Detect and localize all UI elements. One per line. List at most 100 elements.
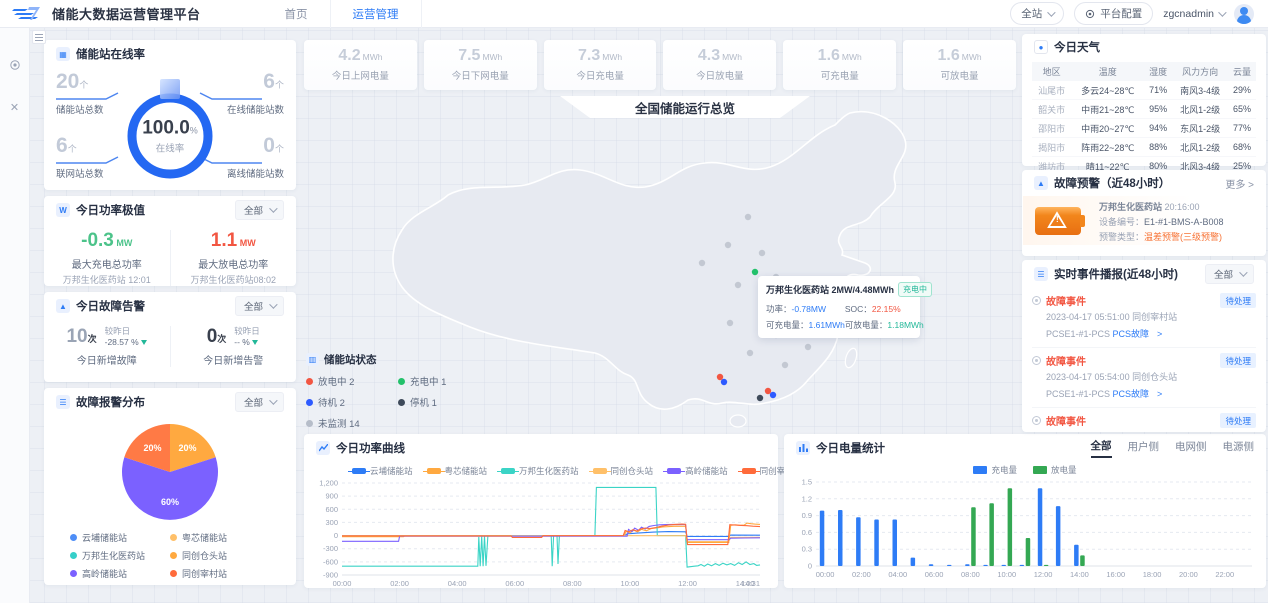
legend-item[interactable]: 放电量 [1033,464,1077,476]
event-status-badge[interactable]: 待处理 [1220,413,1256,428]
bar-充电量 [1002,565,1007,566]
filter-dropdown[interactable]: 全部 [1205,264,1254,284]
legend-dot [170,552,177,559]
panel-title: 今日天气 [1054,39,1100,55]
legend-item[interactable]: 高岭储能站 [70,567,170,580]
svg-text:14:00: 14:00 [1070,570,1089,579]
station-dot[interactable] [727,320,733,326]
station-dot[interactable] [757,395,763,401]
svg-text:18:00: 18:00 [1143,570,1162,579]
warning-item[interactable]: ! 万邦生化医药站 20:16:00 设备编号：E1-#1-BMS-A-B008… [1023,196,1265,245]
avatar[interactable] [1234,4,1254,24]
svg-text:10:00: 10:00 [997,570,1016,579]
more-link[interactable]: 更多 > [1225,176,1254,191]
event-item[interactable]: 故障事件待处理2023-04-17 11:15:00 高岭储能站PCSE1-#2… [1032,408,1256,432]
weather-cell: 阵雨22~28℃ [1071,138,1144,157]
legend-item[interactable]: 同创仓头站 [593,465,654,477]
tab-operation[interactable]: 运营管理 [330,0,422,28]
user-menu[interactable]: zgcnadmin [1163,8,1224,20]
filter-dropdown[interactable]: 全部 [235,296,284,316]
kpi-cards: 4.2MWh今日上网电量7.5MWh今日下网电量7.3MWh今日充电量4.3MW… [304,40,1016,90]
station-dot[interactable] [747,350,753,356]
site-selector[interactable]: 全站 [1010,2,1064,25]
weather-cell: 揭阳市 [1032,138,1071,157]
event-status-badge[interactable]: 待处理 [1220,353,1256,368]
curve-legend: 云埔储能站粤芯储能站万邦生化医药站同创仓头站高岭储能站同创宰村站 [304,465,778,477]
filter-dropdown[interactable]: 全部 [235,200,284,220]
event-time-station: 2023-04-17 05:54:00 同创仓头站 [1046,371,1256,385]
map-banner: 全国储能运行总览 [560,96,810,118]
legend-marker [667,468,681,474]
event-status-badge[interactable]: 待处理 [1220,293,1256,308]
svg-text:1.5: 1.5 [802,478,812,487]
kpi-card: 1.6MWh可充电量 [783,40,896,90]
legend-item[interactable]: 云埔储能站 [70,531,170,544]
station-dot[interactable] [735,282,741,288]
kpi-value: 1.6MWh [903,47,1016,65]
extreme-sub: 万邦生化医药站 12:01 [44,273,170,286]
legend-item[interactable]: 同创仓头站 [170,549,270,562]
energy-tab-电网侧[interactable]: 电网侧 [1175,439,1207,457]
legend-item[interactable]: 粤芯储能站 [427,465,488,477]
grid-icon: ▦ [56,47,70,61]
kpi-value: 4.2MWh [304,47,417,65]
weather-col-header: 风力方向 [1172,62,1228,81]
event-tag-link[interactable]: PCS故障 [1113,329,1150,339]
event-tag-link[interactable]: PCS故障 [1113,389,1150,399]
station-dot[interactable] [782,362,788,368]
station-dot[interactable] [721,379,727,385]
alarm-value: 0次 [207,326,227,348]
legend-item[interactable]: 高岭储能站 [667,465,728,477]
extreme-sub: 万邦生化医药站08:02 [171,273,297,286]
status-item: 放电中 2 [306,374,398,388]
station-dot[interactable] [752,269,758,275]
svg-text:1.2: 1.2 [802,494,812,503]
station-dot[interactable] [770,392,776,398]
station-dot[interactable] [699,260,705,266]
svg-text:0.6: 0.6 [802,528,812,537]
svg-text:00:00: 00:00 [333,579,352,588]
fault-warning-panel: ▲ 故障预警（近48小时） 更多 > ! 万邦生化医药站 20:16:00 设备… [1022,170,1266,256]
legend-item[interactable]: 万邦生化医药站 [70,549,170,562]
kpi-card: 4.3MWh今日放电量 [663,40,776,90]
station-dot[interactable] [759,250,765,256]
energy-tab-用户侧[interactable]: 用户侧 [1128,439,1160,457]
sidebar-collapse-button[interactable] [32,30,46,44]
filter-dropdown[interactable]: 全部 [235,392,284,412]
tab-home[interactable]: 首页 [263,0,330,28]
station-dot[interactable] [745,214,751,220]
energy-tab-电源侧[interactable]: 电源侧 [1223,439,1255,457]
legend-dot [70,570,77,577]
platform-config-button[interactable]: 平台配置 [1074,2,1153,25]
station-dot[interactable] [725,242,731,248]
watt-icon: W [56,203,70,217]
legend-item[interactable]: 粤芯储能站 [170,531,270,544]
event-item[interactable]: 故障事件待处理2023-04-17 05:54:00 同创仓头站PCSE1-#1… [1032,348,1256,408]
bar-放电量 [989,503,994,566]
station-dot[interactable] [765,388,771,394]
settings-icon[interactable] [8,58,22,72]
online-rate-unit: % [190,126,198,136]
legend-item[interactable]: 充电量 [973,464,1017,476]
event-arrow-link[interactable]: > [1157,329,1162,339]
event-item[interactable]: 故障事件待处理2023-04-17 05:51:00 同创宰村站PCSE1-#1… [1032,288,1256,348]
weather-cell: 邵阳市 [1032,119,1071,138]
weather-cell: 东风1-2级 [1172,119,1228,138]
alarm-line: 0次较昨日-- % [171,326,297,348]
event-icon [1032,296,1041,305]
online-rate-value: 100.0 [142,118,190,139]
bar-充电量 [947,565,952,566]
event-arrow-link[interactable]: > [1157,389,1162,399]
svg-text:10:00: 10:00 [621,579,640,588]
type-label: 预警类型： [1099,232,1144,242]
legend-marker [742,468,756,474]
legend-item[interactable]: 云埔储能站 [352,465,413,477]
station-dot[interactable] [717,374,723,380]
kpi-card: 4.2MWh今日上网电量 [304,40,417,90]
close-tool-icon[interactable]: ✕ [8,100,22,114]
svg-text:0.3: 0.3 [802,545,812,554]
legend-item[interactable]: 同创宰村站 [170,567,270,580]
station-dot[interactable] [805,344,811,350]
energy-tab-全部[interactable]: 全部 [1091,438,1112,458]
legend-item[interactable]: 万邦生化医药站 [501,465,579,477]
